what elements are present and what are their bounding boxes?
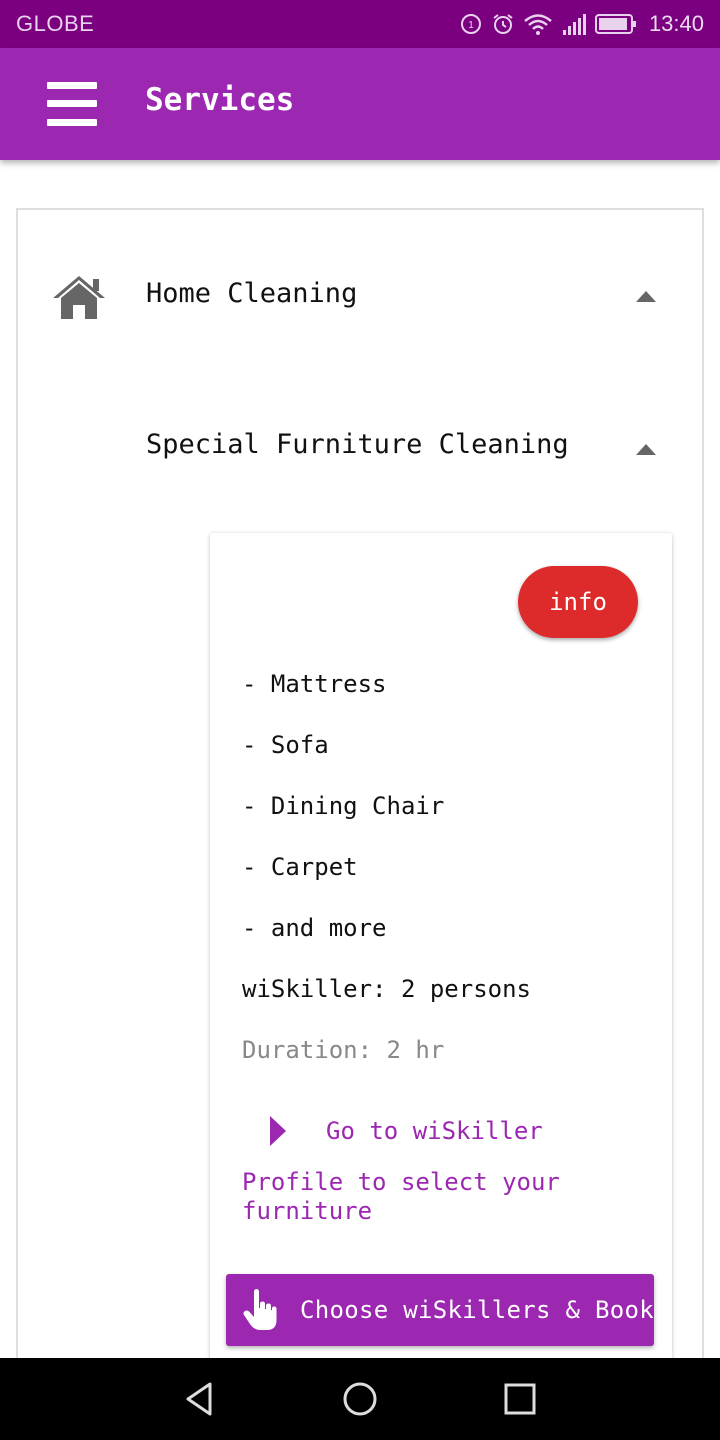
back-icon[interactable] xyxy=(180,1379,220,1419)
data-saver-icon: 1 xyxy=(460,14,481,34)
book-button-label: Choose wiSkillers & Book xyxy=(300,1296,654,1324)
page-title: Services xyxy=(145,82,295,118)
goto-wiskiller-link[interactable]: Go to wiSkiller xyxy=(270,1113,543,1149)
svg-text:1: 1 xyxy=(468,20,474,31)
hamburger-menu-icon[interactable] xyxy=(47,82,97,126)
status-bar: GLOBE 1 13:40 xyxy=(0,0,720,48)
play-arrow-icon xyxy=(270,1116,286,1146)
category-title: Home Cleaning xyxy=(146,278,358,309)
signal-icon xyxy=(562,14,586,35)
subcategory-title: Special Furniture Cleaning xyxy=(146,429,569,460)
system-nav-bar xyxy=(0,1358,720,1440)
list-item: - and more xyxy=(242,914,387,942)
wifi-icon xyxy=(524,14,552,35)
status-icons: 1 13:40 xyxy=(459,8,704,40)
category-header-home-cleaning[interactable]: Home Cleaning xyxy=(18,250,702,345)
collapse-caret-icon xyxy=(636,444,656,455)
battery-icon xyxy=(594,14,636,34)
app-bar: Services xyxy=(0,48,720,160)
house-icon xyxy=(53,276,105,319)
list-item: - Dining Chair xyxy=(242,792,445,820)
wiskiller-count: wiSkiller: 2 persons xyxy=(242,975,531,1003)
recents-icon[interactable] xyxy=(500,1379,540,1419)
services-card: Home Cleaning Special Furniture Cleaning… xyxy=(16,208,704,1433)
subcategory-header-special-furniture[interactable]: Special Furniture Cleaning xyxy=(18,405,702,495)
service-detail-card: info - Mattress - Sofa - Dining Chair - … xyxy=(210,533,672,1433)
home-icon[interactable] xyxy=(340,1379,380,1419)
choose-and-book-button[interactable]: Choose wiSkillers & Book xyxy=(226,1274,654,1346)
list-item: - Mattress xyxy=(242,670,387,698)
hand-pointer-icon xyxy=(243,1289,277,1330)
duration-text: Duration: 2 hr xyxy=(242,1036,445,1064)
profile-select-text[interactable]: Profile to select your furniture xyxy=(242,1168,642,1226)
collapse-caret-icon xyxy=(636,291,656,302)
info-button[interactable]: info xyxy=(518,566,638,638)
list-item: - Carpet xyxy=(242,853,358,881)
carrier-name: GLOBE xyxy=(16,11,95,36)
goto-wiskiller-text: Go to wiSkiller xyxy=(326,1117,543,1145)
clock-time: 13:40 xyxy=(648,11,704,36)
list-item: - Sofa xyxy=(242,731,329,759)
alarm-icon xyxy=(493,14,513,34)
